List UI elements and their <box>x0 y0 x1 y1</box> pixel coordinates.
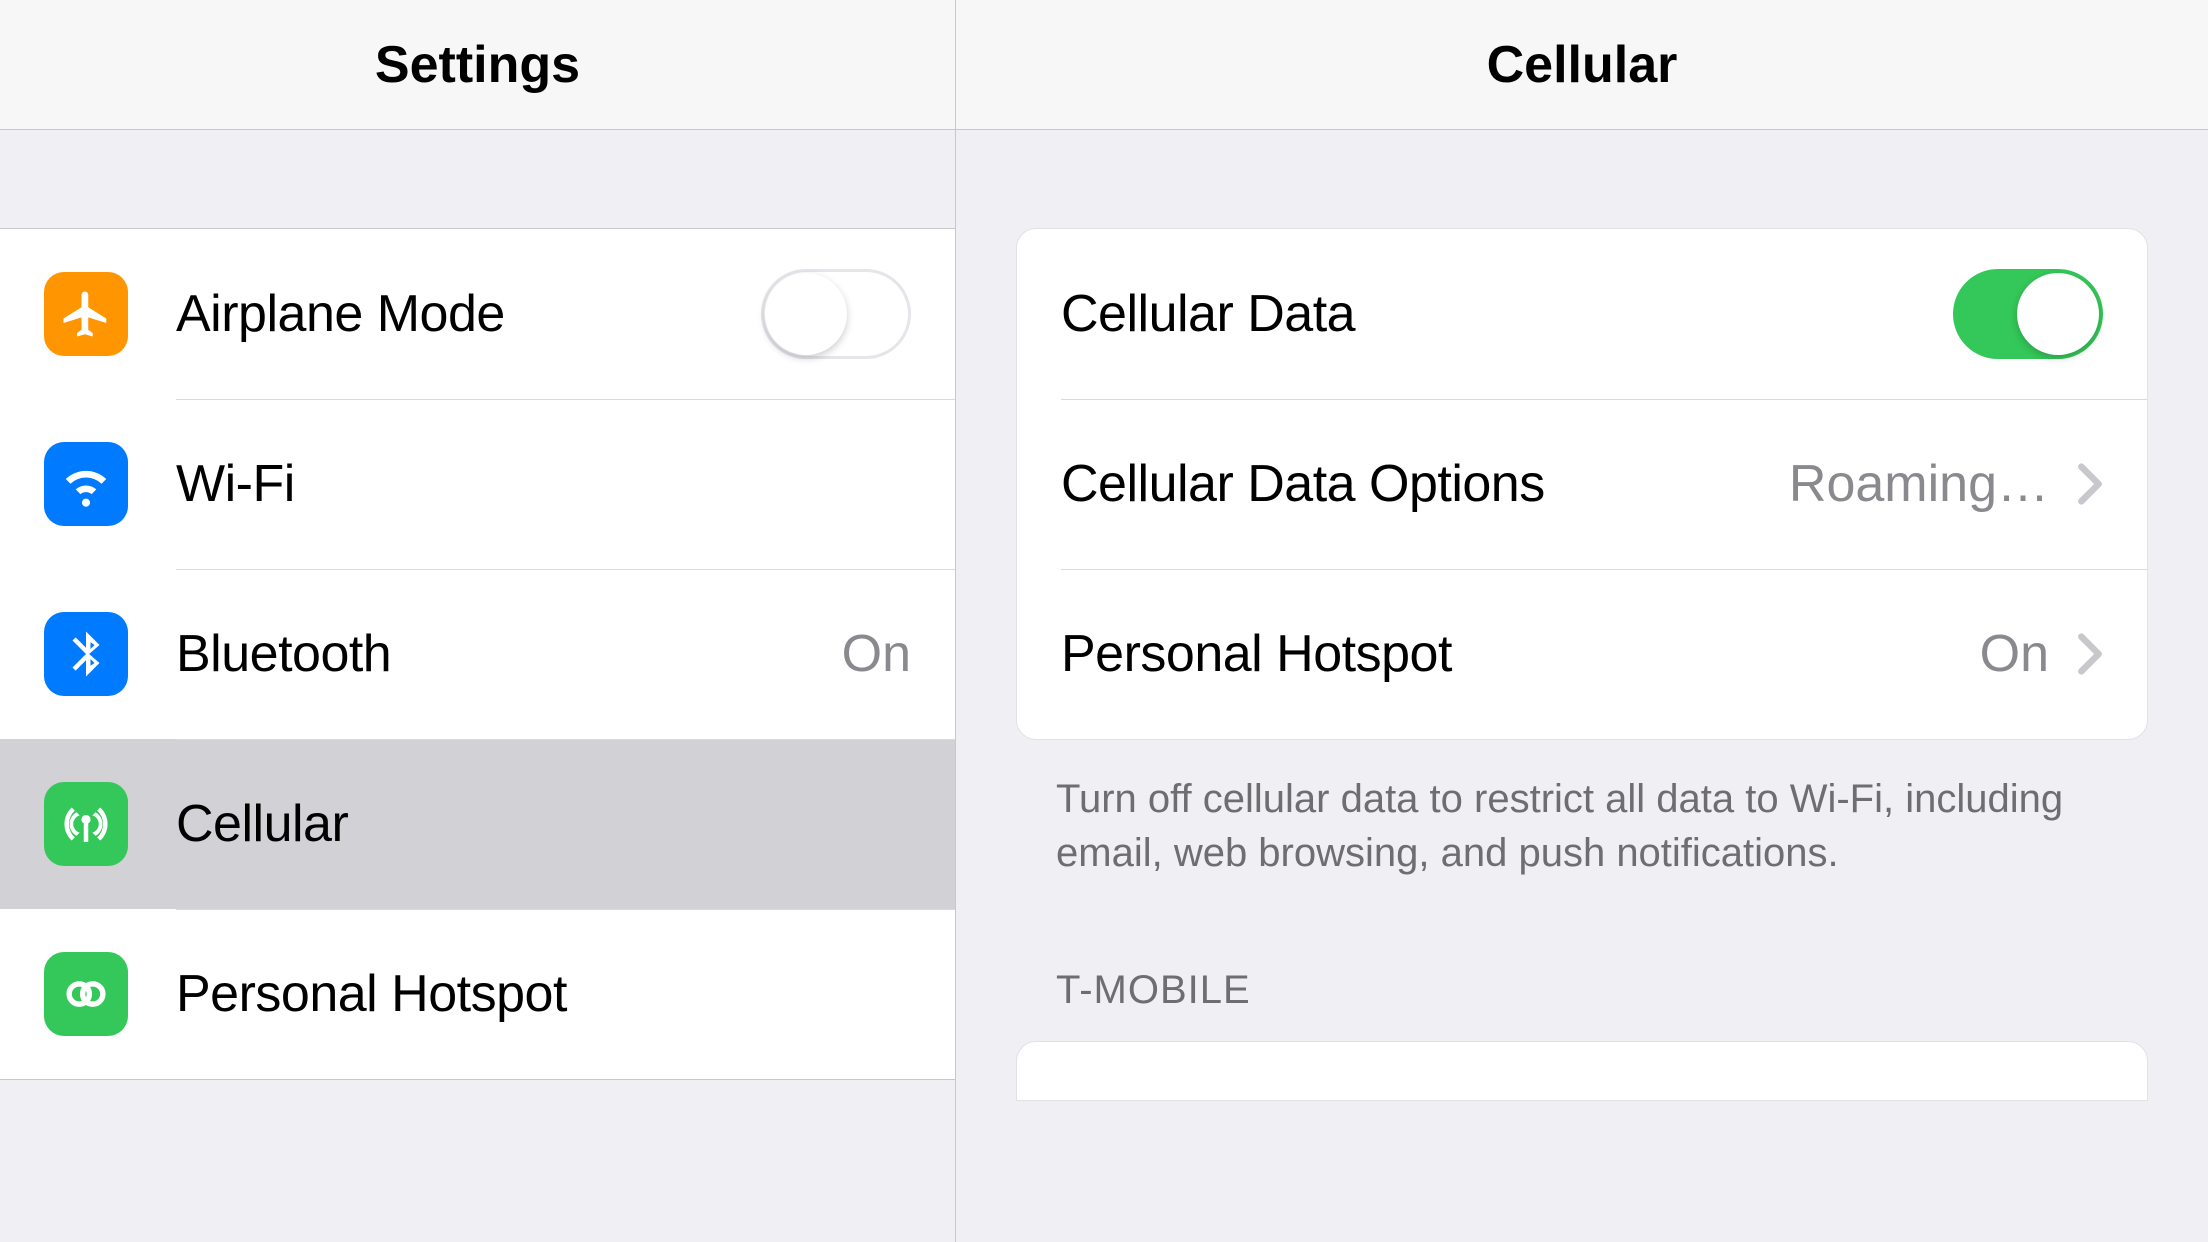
detail-scroll[interactable]: Cellular Data Cellular Data Options Roam… <box>956 130 2208 1242</box>
sidebar-item-cellular[interactable]: Cellular <box>0 739 955 909</box>
row-personal-hotspot[interactable]: Personal Hotspot On <box>1017 569 2147 739</box>
chevron-right-icon <box>2077 632 2103 676</box>
settings-sidebar: Settings Airplane Mode Wi-Fi <box>0 0 956 1242</box>
row-label: Airplane Mode <box>176 284 761 344</box>
sidebar-group: Airplane Mode Wi-Fi Bluetooth On <box>0 228 955 1080</box>
detail-pane: Cellular Cellular Data Cellular Data Opt… <box>956 0 2208 1242</box>
row-label: Cellular Data Options <box>1061 454 1769 514</box>
sidebar-item-wifi[interactable]: Wi-Fi <box>0 399 955 569</box>
row-label: Cellular <box>176 794 911 854</box>
row-cellular-data[interactable]: Cellular Data <box>1017 229 2147 399</box>
sidebar-item-bluetooth[interactable]: Bluetooth On <box>0 569 955 739</box>
row-label: Cellular Data <box>1061 284 1953 344</box>
cellular-data-toggle[interactable] <box>1953 269 2103 359</box>
bluetooth-icon <box>44 612 128 696</box>
row-label: Personal Hotspot <box>176 964 911 1024</box>
airplane-icon <box>44 272 128 356</box>
cellular-group: Cellular Data Cellular Data Options Roam… <box>1016 228 2148 740</box>
row-value: On <box>842 624 911 684</box>
settings-app: Settings Airplane Mode Wi-Fi <box>0 0 2208 1242</box>
wifi-icon <box>44 442 128 526</box>
row-label: Personal Hotspot <box>1061 624 1960 684</box>
carrier-group-peek <box>1016 1041 2148 1101</box>
row-label: Bluetooth <box>176 624 822 684</box>
detail-title: Cellular <box>1487 35 1678 95</box>
row-label: Wi-Fi <box>176 454 911 514</box>
cellular-footer-text: Turn off cellular data to restrict all d… <box>1056 772 2108 880</box>
sidebar-scroll[interactable]: Airplane Mode Wi-Fi Bluetooth On <box>0 130 955 1242</box>
cellular-icon <box>44 782 128 866</box>
sidebar-title: Settings <box>375 35 580 95</box>
hotspot-icon <box>44 952 128 1036</box>
sidebar-item-airplane-mode[interactable]: Airplane Mode <box>0 229 955 399</box>
sidebar-navbar: Settings <box>0 0 955 130</box>
carrier-section-header: T-MOBILE <box>1056 968 2208 1013</box>
sidebar-item-personal-hotspot[interactable]: Personal Hotspot <box>0 909 955 1079</box>
row-cellular-data-options[interactable]: Cellular Data Options Roaming… <box>1017 399 2147 569</box>
chevron-right-icon <box>2077 462 2103 506</box>
airplane-mode-toggle[interactable] <box>761 269 911 359</box>
row-value: On <box>1980 624 2049 684</box>
row-value: Roaming… <box>1789 454 2049 514</box>
detail-navbar: Cellular <box>956 0 2208 130</box>
